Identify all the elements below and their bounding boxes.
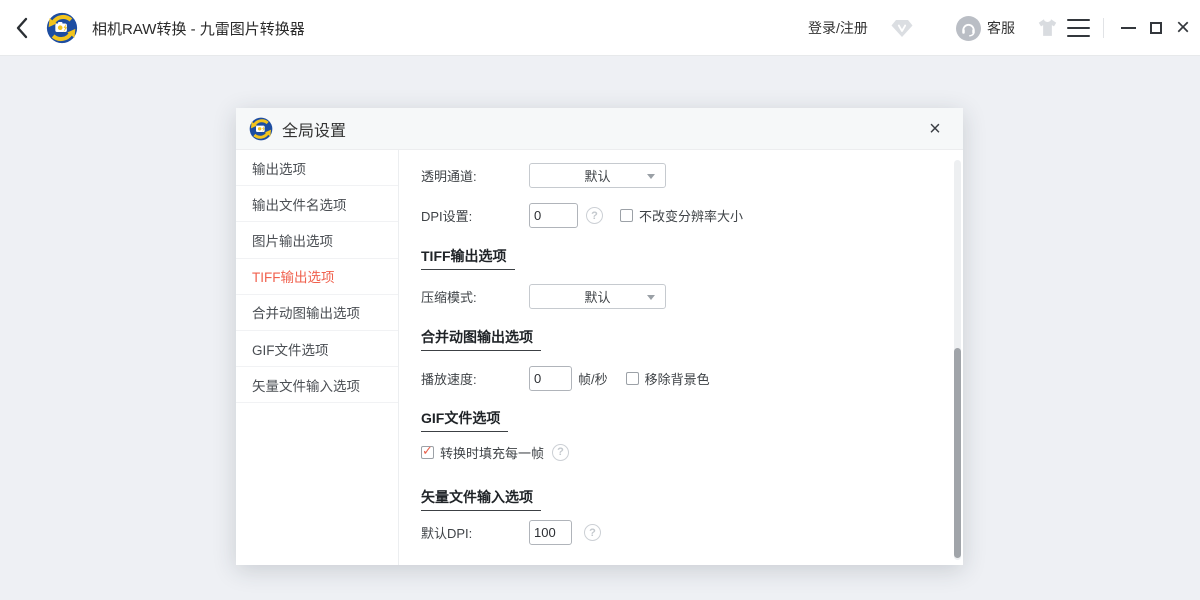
sidebar-item-gif-file-options[interactable]: GIF文件选项 [236, 331, 398, 367]
maximize-icon [1150, 22, 1162, 34]
gif-section-header: GIF文件选项 [421, 408, 963, 428]
dialog-logo-icon [249, 117, 273, 141]
sidebar-item-output-options[interactable]: 输出选项 [236, 150, 398, 186]
remove-background-checkbox[interactable] [626, 372, 639, 385]
sidebar-item-merge-animation-options[interactable]: 合并动图输出选项 [236, 295, 398, 331]
minimize-button[interactable] [1115, 0, 1141, 56]
dpi-label: DPI设置: [421, 206, 529, 225]
dpi-input[interactable] [529, 203, 578, 228]
merge-section-header: 合并动图输出选项 [421, 327, 963, 347]
transparency-dropdown[interactable]: 默认 [529, 163, 666, 188]
customer-service-label[interactable]: 客服 [987, 0, 1015, 56]
default-dpi-row: 默认DPI: ? [421, 520, 963, 545]
global-settings-dialog: 全局设置 × 输出选项 输出文件名选项 图片输出选项 TIFF输出选项 合并动图… [236, 108, 963, 565]
back-chevron-icon [14, 16, 30, 40]
transparency-row: 透明通道: 默认 [421, 163, 963, 188]
compression-dropdown-value: 默认 [584, 287, 610, 306]
titlebar: 相机RAW转换 - 九雷图片转换器 登录/注册 客服 × [0, 0, 1200, 56]
hamburger-menu-button[interactable] [1067, 19, 1090, 37]
fill-frame-label: 转换时填充每一帧 [440, 443, 544, 462]
check-icon: ✓ [422, 443, 433, 459]
window-close-button[interactable]: × [1170, 0, 1196, 56]
speed-label: 播放速度: [421, 369, 529, 388]
dialog-header: 全局设置 × [236, 108, 963, 150]
skin-tshirt-icon[interactable] [1037, 18, 1058, 37]
window-close-icon: × [1176, 16, 1190, 40]
settings-content: 透明通道: 默认 DPI设置: ? 不改变分辨率大小 TIFF输出选项 压缩模式… [398, 150, 963, 565]
dialog-title: 全局设置 [282, 108, 346, 150]
sidebar-item-tiff-output-options[interactable]: TIFF输出选项 [236, 259, 398, 295]
speed-input[interactable] [529, 366, 572, 391]
app-title: 相机RAW转换 - 九雷图片转换器 [92, 0, 305, 56]
chevron-down-icon [647, 174, 655, 179]
speed-row: 播放速度: 帧/秒 移除背景色 [421, 366, 963, 391]
sidebar-item-vector-input-options[interactable]: 矢量文件输入选项 [236, 367, 398, 403]
maximize-button[interactable] [1143, 0, 1169, 56]
app-logo-icon [46, 12, 78, 44]
default-dpi-input[interactable] [529, 520, 572, 545]
fill-frame-checkbox[interactable]: ✓ [421, 446, 434, 459]
keep-resolution-label: 不改变分辨率大小 [639, 206, 743, 225]
login-register-link[interactable]: 登录/注册 [808, 0, 868, 56]
tiff-section-header: TIFF输出选项 [421, 246, 963, 266]
default-dpi-help-icon[interactable]: ? [584, 524, 601, 541]
dialog-close-button[interactable]: × [917, 108, 953, 150]
remove-background-label: 移除背景色 [645, 369, 710, 388]
dialog-scrollbar-track[interactable] [954, 160, 961, 560]
titlebar-divider [1103, 18, 1104, 38]
customer-service-icon[interactable] [956, 16, 981, 41]
back-button[interactable] [14, 14, 38, 42]
vip-diamond-icon[interactable] [891, 19, 913, 38]
keep-resolution-checkbox[interactable] [620, 209, 633, 222]
chevron-down-icon [647, 295, 655, 300]
dpi-help-icon[interactable]: ? [586, 207, 603, 224]
default-dpi-label: 默认DPI: [421, 523, 529, 542]
compression-row: 压缩模式: 默认 [421, 284, 963, 309]
transparency-label: 透明通道: [421, 166, 529, 185]
dialog-scrollbar-thumb[interactable] [954, 348, 961, 558]
sidebar-item-image-output-options[interactable]: 图片输出选项 [236, 222, 398, 258]
compression-label: 压缩模式: [421, 287, 529, 306]
fill-frame-row: ✓ 转换时填充每一帧 ? [421, 442, 963, 462]
dpi-row: DPI设置: ? 不改变分辨率大小 [421, 203, 963, 228]
fill-frame-help-icon[interactable]: ? [552, 444, 569, 461]
sidebar-item-output-filename-options[interactable]: 输出文件名选项 [236, 186, 398, 222]
settings-sidebar: 输出选项 输出文件名选项 图片输出选项 TIFF输出选项 合并动图输出选项 GI… [236, 150, 398, 565]
speed-unit: 帧/秒 [578, 369, 608, 388]
vector-section-header: 矢量文件输入选项 [421, 487, 963, 507]
compression-dropdown[interactable]: 默认 [529, 284, 666, 309]
minimize-icon [1121, 27, 1136, 29]
transparency-dropdown-value: 默认 [584, 166, 610, 185]
